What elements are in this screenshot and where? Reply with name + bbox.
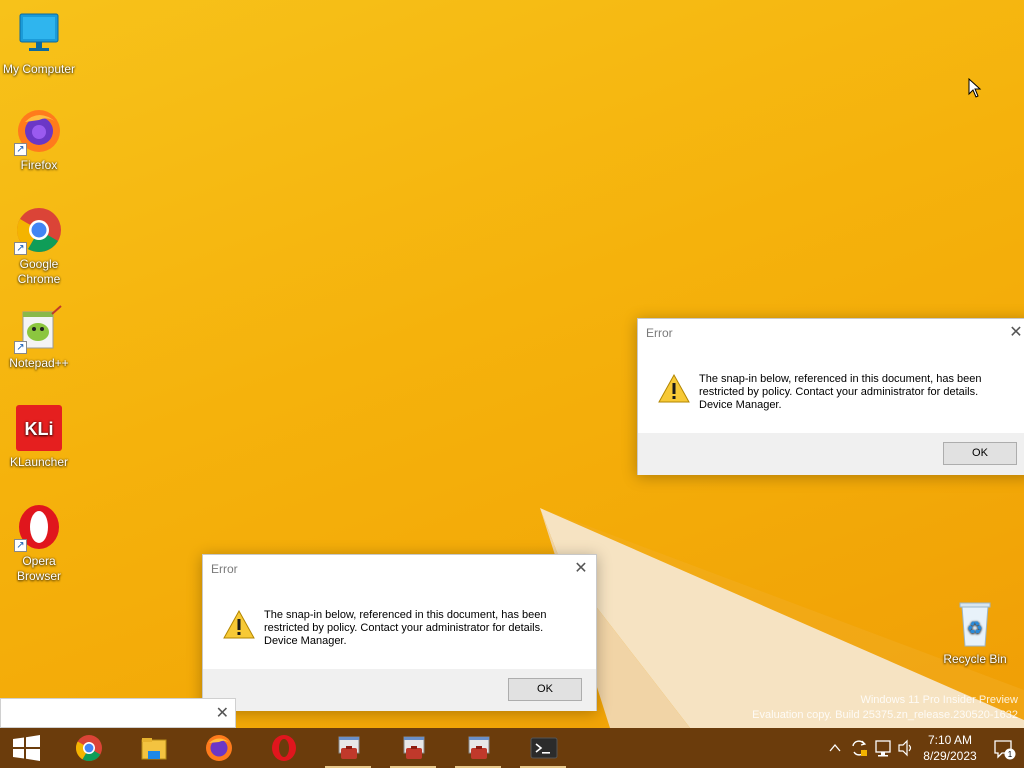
taskbar-mmc-window[interactable]: [452, 728, 504, 768]
taskbar-chrome[interactable]: [62, 728, 114, 768]
desktop-icon-opera[interactable]: ↗ Opera Browser: [0, 502, 78, 584]
taskbar-mmc-window[interactable]: [322, 728, 374, 768]
terminal-icon: [530, 737, 558, 759]
desktop-icon-label: Firefox: [20, 158, 58, 172]
desktop-icon-label: Google Chrome: [17, 257, 61, 286]
start-icon: [13, 735, 40, 761]
opera-icon: [272, 735, 296, 761]
sync-icon: [852, 740, 867, 756]
dialog-message-line: Device Manager.: [264, 635, 347, 647]
desktop[interactable]: My Computer ↗ Firefox ↗ Google Chrome ↗ …: [0, 0, 1024, 728]
taskbar: 7:10 AM 8/29/2023 1: [0, 728, 1024, 768]
firefox-icon: [206, 735, 232, 761]
dialog-body: The snap-in below, referenced in this do…: [638, 348, 1024, 433]
desktop-icon-recycle-bin[interactable]: ♻ Recycle Bin: [936, 600, 1014, 667]
clock-date: 8/29/2023: [923, 749, 977, 763]
firefox-icon: ↗: [14, 106, 64, 156]
svg-text:KLi: KLi: [25, 419, 54, 439]
notification-panel[interactable]: ✕: [0, 698, 236, 728]
tray-sync[interactable]: [848, 728, 870, 768]
desktop-icon-label: Recycle Bin: [943, 652, 1007, 666]
start-button[interactable]: [0, 728, 52, 768]
desktop-icon-firefox[interactable]: ↗ Firefox: [0, 106, 78, 173]
monitor-icon: [14, 10, 64, 60]
desktop-icon-label: My Computer: [2, 62, 76, 76]
taskbar-clock[interactable]: 7:10 AM 8/29/2023: [914, 732, 986, 764]
klauncher-icon: KLi: [14, 403, 64, 453]
dialog-footer: OK: [203, 669, 596, 711]
chrome-icon: ↗: [14, 205, 64, 255]
dialog-message: The snap-in below, referenced in this do…: [699, 373, 999, 412]
svg-text:♻: ♻: [967, 618, 983, 639]
close-icon[interactable]: ✕: [568, 557, 594, 581]
notification-center-button[interactable]: 1: [990, 728, 1018, 768]
windows-watermark: Windows 11 Pro Insider Preview Evaluatio…: [752, 693, 1018, 723]
dialog-message-line: restricted by policy. Contact your admin…: [699, 386, 979, 398]
shortcut-arrow-icon: ↗: [14, 242, 27, 255]
taskbar-firefox[interactable]: [192, 728, 244, 768]
ok-button[interactable]: OK: [508, 678, 582, 701]
dialog-message-line: The snap-in below, referenced in this do…: [699, 373, 982, 385]
dialog-title: Error: [211, 562, 238, 576]
desktop-icon-klauncher[interactable]: KLi KLauncher: [0, 403, 78, 470]
taskbar-terminal[interactable]: [517, 728, 569, 768]
ok-button[interactable]: OK: [943, 442, 1017, 465]
watermark-line: Windows 11 Pro Insider Preview: [860, 694, 1018, 706]
dialog-message-line: The snap-in below, referenced in this do…: [264, 609, 547, 621]
error-dialog[interactable]: Error ✕ The snap-in below, referenced in…: [637, 318, 1024, 475]
show-hidden-icons-button[interactable]: [826, 728, 844, 768]
mouse-cursor-icon: [968, 78, 982, 98]
dialog-title: Error: [646, 326, 673, 340]
notification-icon: 1: [994, 740, 1016, 760]
desktop-icon-label: Notepad++: [9, 356, 69, 370]
desktop-icon-notepadpp[interactable]: ↗ Notepad++: [0, 304, 78, 371]
taskbar-opera[interactable]: [257, 728, 309, 768]
chevron-up-icon: [829, 743, 841, 752]
taskbar-file-explorer[interactable]: [127, 728, 179, 768]
dialog-titlebar[interactable]: Error ✕: [203, 555, 596, 584]
dialog-body: The snap-in below, referenced in this do…: [203, 584, 596, 669]
opera-icon: ↗: [14, 502, 64, 552]
clock-time: 7:10 AM: [927, 733, 973, 747]
notepadpp-icon: ↗: [14, 304, 64, 354]
desktop-icon-chrome[interactable]: ↗ Google Chrome: [0, 205, 78, 287]
mmc-icon: [403, 736, 425, 759]
mmc-icon: [338, 736, 360, 759]
network-icon: [875, 740, 891, 757]
file-explorer-icon: [141, 738, 167, 760]
dialog-message-line: restricted by policy. Contact your admin…: [264, 622, 544, 634]
desktop-icon-label: KLauncher: [9, 455, 69, 469]
close-icon[interactable]: ✕: [1003, 321, 1024, 345]
chrome-icon: [75, 735, 102, 762]
desktop-icon-label: Opera Browser: [16, 554, 61, 583]
dialog-message: The snap-in below, referenced in this do…: [264, 609, 564, 648]
tray-network[interactable]: [872, 728, 894, 768]
tray-volume[interactable]: [896, 728, 916, 768]
dialog-titlebar[interactable]: Error ✕: [638, 319, 1024, 348]
recycle-bin-icon: ♻: [950, 600, 1000, 650]
shortcut-arrow-icon: ↗: [14, 341, 27, 354]
warning-icon: [223, 610, 255, 639]
notification-count: 1: [1008, 750, 1013, 759]
dialog-message-line: Device Manager.: [699, 399, 782, 411]
shortcut-arrow-icon: ↗: [14, 539, 27, 552]
taskbar-mmc-window[interactable]: [387, 728, 439, 768]
error-dialog[interactable]: Error ✕ The snap-in below, referenced in…: [202, 554, 597, 711]
watermark-line: Evaluation copy. Build 25375.zn_release.…: [752, 709, 1018, 721]
dialog-footer: OK: [638, 433, 1024, 475]
mmc-icon: [468, 736, 490, 759]
warning-icon: [658, 374, 690, 403]
volume-icon: [898, 739, 912, 757]
desktop-icon-my-computer[interactable]: My Computer: [0, 10, 78, 77]
shortcut-arrow-icon: ↗: [14, 143, 27, 156]
close-icon[interactable]: ✕: [216, 703, 229, 723]
